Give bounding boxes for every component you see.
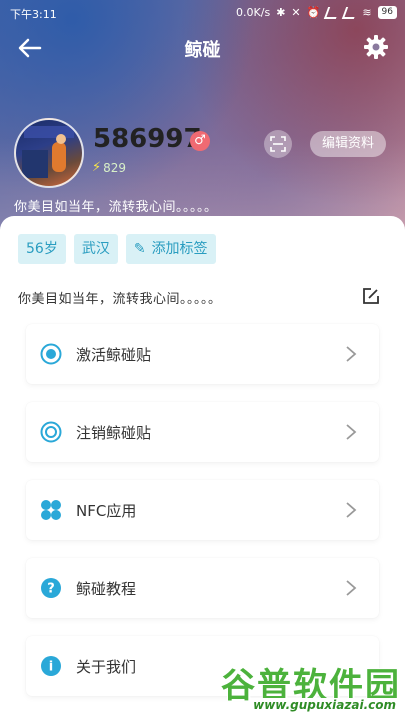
bio-text: 你美目如当年，流转我心间。。。。。 [18,292,222,307]
radio-filled-icon [40,343,62,365]
bluetooth-icon: ✱ [276,6,286,19]
profile-panel: 56岁 武汉 ✎ 添加标签 你美目如当年，流转我心间。。。。。 激活鲸碰贴 注销… [0,216,405,720]
menu-label: 激活鲸碰贴 [76,346,152,364]
add-tag-button[interactable]: ✎ 添加标签 [125,234,216,264]
menu-label: 注销鲸碰贴 [76,424,152,442]
battery-icon: 96 [377,6,397,19]
menu-label: 鲸碰教程 [76,580,137,598]
mute-icon: ✕ [291,6,301,19]
chevron-right-icon [346,424,357,440]
status-icons: 0.0K/s ✱ ✕ ⏰ ≋ 96 [236,6,397,19]
male-gender-icon: ♂ [190,131,210,151]
gear-icon[interactable] [363,34,389,60]
chevron-right-icon [346,502,357,518]
edit-bio-icon[interactable] [361,286,381,306]
scan-button[interactable] [264,130,292,158]
energy-value: 829 [103,160,127,175]
page-title: 鲸碰 [184,40,221,61]
tag-city: 武汉 [73,234,118,264]
energy-points: ⚡ 829 [92,160,126,175]
bio-row: 你美目如当年，流转我心间。。。。。 [18,288,387,308]
scan-icon [270,136,286,152]
menu-item-activate[interactable]: 激活鲸碰贴 [26,324,379,384]
radio-ring-icon [40,421,62,443]
edit-profile-button[interactable]: 编辑资料 [310,131,386,157]
menu-label: 关于我们 [76,658,137,676]
alarm-icon: ⏰ [306,6,321,19]
menu-item-nfc[interactable]: NFC应用 [26,480,379,540]
avatar[interactable] [14,118,84,188]
menu-label: NFC应用 [76,502,137,520]
network-speed: 0.0K/s [236,6,271,19]
tag-label: 56岁 [26,241,58,257]
svg-text:i: i [49,660,53,675]
question-icon: ? [41,578,61,598]
status-bar: 下午3:11 0.0K/s ✱ ✕ ⏰ ≋ 96 [0,0,405,26]
tag-label: 武汉 [81,241,110,257]
chevron-right-icon [346,346,357,362]
menu-item-tutorial[interactable]: ? 鲸碰教程 [26,558,379,618]
grid-petals-icon [41,500,61,520]
svg-text:?: ? [47,582,55,597]
status-time: 下午3:11 [10,8,57,21]
lightning-icon: ⚡ [92,160,102,175]
info-icon: i [41,656,61,676]
top-nav: 鲸碰 [0,26,405,70]
tag-age: 56岁 [18,234,66,264]
header-bio: 你美目如当年，流转我心间。。。。。 [14,200,218,215]
menu-item-deactivate[interactable]: 注销鲸碰贴 [26,402,379,462]
watermark: 谷普软件园 www.gupuxiazai.com [221,658,401,714]
wifi-icon: ≋ [362,6,372,19]
pencil-icon: ✎ [133,241,146,257]
menu-list: 激活鲸碰贴 注销鲸碰贴 NFC应用 ? 鲸碰教程 i 关于我们 [26,324,379,714]
tag-list: 56岁 武汉 ✎ 添加标签 [18,234,216,264]
tag-label: 添加标签 [151,241,208,257]
signal-icon [324,6,341,19]
signal-icon-2 [342,6,359,19]
username: 586997 [93,124,202,154]
chevron-right-icon [346,580,357,596]
watermark-url: www.gupuxiazai.com [250,698,399,712]
